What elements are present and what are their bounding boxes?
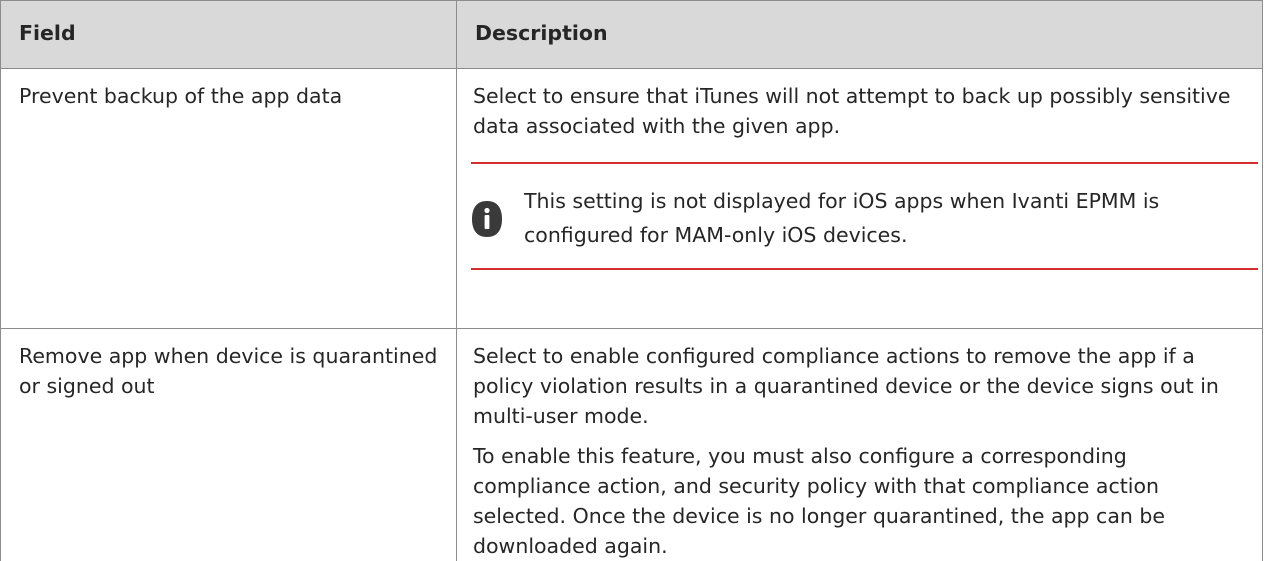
table-header-row: Field Description <box>1 1 1263 69</box>
column-header-description: Description <box>457 1 1263 69</box>
description-text-secondary: To enable this feature, you must also co… <box>473 441 1248 561</box>
column-header-field: Field <box>1 1 457 69</box>
field-description-table: Field Description Prevent backup of the … <box>0 0 1263 561</box>
description-cell: Select to ensure that iTunes will not at… <box>457 69 1263 329</box>
note-text: This setting is not displayed for iOS ap… <box>524 184 1248 252</box>
table-row: Remove app when device is quarantined or… <box>1 329 1263 561</box>
description-text: Select to ensure that iTunes will not at… <box>473 81 1248 141</box>
field-name-cell: Remove app when device is quarantined or… <box>1 329 457 561</box>
note-box: This setting is not displayed for iOS ap… <box>471 162 1258 270</box>
table-row: Prevent backup of the app data Select to… <box>1 69 1263 329</box>
info-icon <box>471 200 503 238</box>
field-name-cell: Prevent backup of the app data <box>1 69 457 329</box>
description-text: Select to enable configured compliance a… <box>473 341 1248 431</box>
description-cell: Select to enable configured compliance a… <box>457 329 1263 561</box>
